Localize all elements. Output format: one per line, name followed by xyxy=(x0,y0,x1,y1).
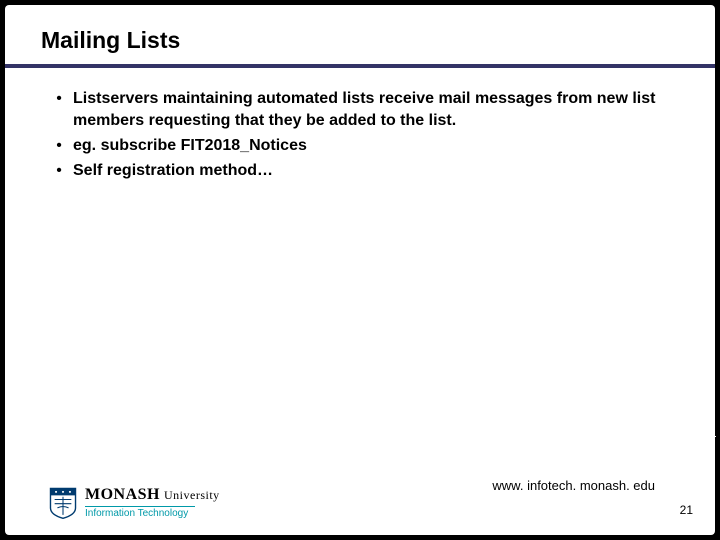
footer: MONASH University Information Technology… xyxy=(5,459,715,525)
bullet-item: • Listservers maintaining automated list… xyxy=(45,88,685,132)
brand-sub-word: University xyxy=(164,488,220,503)
brand-accent-line xyxy=(85,506,195,507)
bullet-text: Listservers maintaining automated lists … xyxy=(73,88,685,132)
slide: Mailing Lists • Listservers maintaining … xyxy=(5,5,715,535)
bullet-text: Self registration method… xyxy=(73,160,685,182)
bullet-marker: • xyxy=(45,135,73,157)
brand-text: MONASH University Information Technology xyxy=(85,486,220,519)
brand-name: MONASH University xyxy=(85,486,220,504)
brand-main-word: MONASH xyxy=(85,486,160,504)
bullet-text: eg. subscribe FIT2018_Notices xyxy=(73,135,685,157)
bullet-item: • Self registration method… xyxy=(45,160,685,182)
footer-url: www. infotech. monash. edu xyxy=(492,478,655,493)
logo: MONASH University Information Technology xyxy=(49,486,220,519)
bullet-marker: • xyxy=(45,160,73,182)
bullet-marker: • xyxy=(45,88,73,132)
content-area: • Listservers maintaining automated list… xyxy=(5,68,715,182)
brand-department: Information Technology xyxy=(85,508,220,519)
shield-icon xyxy=(49,487,77,519)
bullet-item: • eg. subscribe FIT2018_Notices xyxy=(45,135,685,157)
page-number: 21 xyxy=(680,503,693,517)
slide-title: Mailing Lists xyxy=(5,5,715,64)
